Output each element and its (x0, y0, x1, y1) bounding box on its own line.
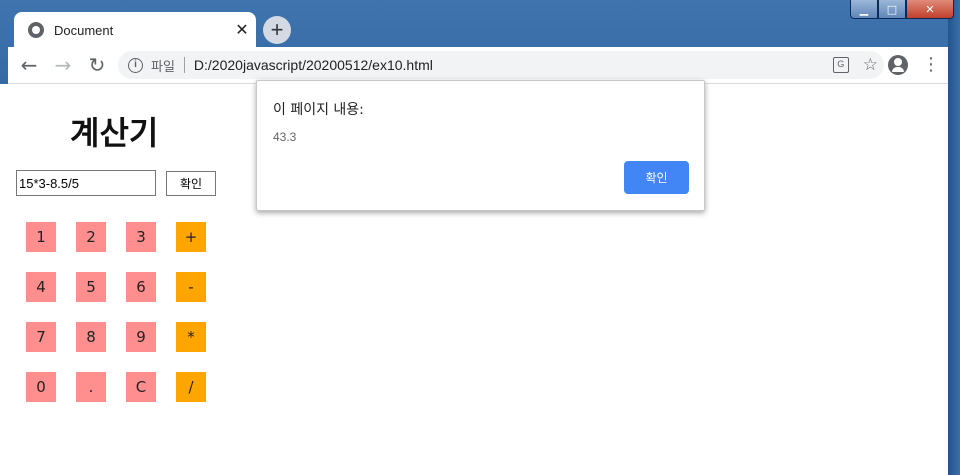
info-icon[interactable]: i (128, 57, 143, 73)
number-key[interactable]: . (76, 372, 106, 402)
operator-key[interactable]: * (176, 322, 206, 352)
globe-icon (28, 22, 44, 38)
window-controls: ▁ □ ✕ (850, 0, 954, 20)
address-bar-actions: G ☆ (832, 51, 878, 79)
url-text[interactable]: D:/2020javascript/20200512/ex10.html (194, 57, 433, 73)
browser-tab[interactable]: Document ✕ (14, 12, 256, 48)
tab-close-icon[interactable]: ✕ (228, 20, 256, 40)
number-key[interactable]: 9 (126, 322, 156, 352)
tab-title: Document (54, 22, 114, 38)
bookmark-star-icon[interactable]: ☆ (863, 55, 878, 75)
back-button[interactable]: ← (12, 48, 46, 82)
expression-input[interactable] (16, 170, 156, 196)
forward-button[interactable]: → (46, 48, 80, 82)
reload-button[interactable]: ↻ (80, 48, 114, 82)
number-key[interactable]: 4 (26, 272, 56, 302)
scheme-label: 파일 (151, 59, 175, 75)
maximize-button[interactable]: □ (878, 0, 906, 19)
number-key[interactable]: 8 (76, 322, 106, 352)
alert-dialog: 이 페이지 내용: 43.3 확인 (256, 80, 705, 211)
number-key[interactable]: 1 (26, 222, 56, 252)
confirm-button[interactable]: 확인 (166, 171, 216, 196)
new-tab-button[interactable]: + (263, 16, 291, 44)
number-key[interactable]: 3 (126, 222, 156, 252)
operator-key[interactable]: + (176, 222, 206, 252)
number-key[interactable]: 2 (76, 222, 106, 252)
page-title: 계산기 (70, 114, 159, 152)
close-window-button[interactable]: ✕ (906, 0, 954, 19)
browser-toolbar: ← → ↻ i 파일 D:/2020javascript/20200512/ex… (8, 47, 948, 84)
number-key[interactable]: 0 (26, 372, 56, 402)
address-separator (183, 57, 185, 73)
number-key[interactable]: C (126, 372, 156, 402)
operator-key[interactable]: - (176, 272, 206, 302)
number-key[interactable]: 6 (126, 272, 156, 302)
account-icon[interactable] (888, 55, 908, 75)
minimize-button[interactable]: ▁ (850, 0, 878, 19)
number-key[interactable]: 7 (26, 322, 56, 352)
address-bar[interactable]: i 파일 D:/2020javascript/20200512/ex10.htm… (118, 51, 884, 79)
operator-key[interactable]: / (176, 372, 206, 402)
dialog-message: 43.3 (273, 130, 297, 144)
menu-icon[interactable]: ⋮ (922, 53, 940, 77)
number-key[interactable]: 5 (76, 272, 106, 302)
dialog-title: 이 페이지 내용: (273, 102, 364, 118)
dialog-ok-button[interactable]: 확인 (624, 161, 689, 194)
translate-icon[interactable]: G (832, 57, 849, 73)
window-edge (948, 0, 960, 475)
